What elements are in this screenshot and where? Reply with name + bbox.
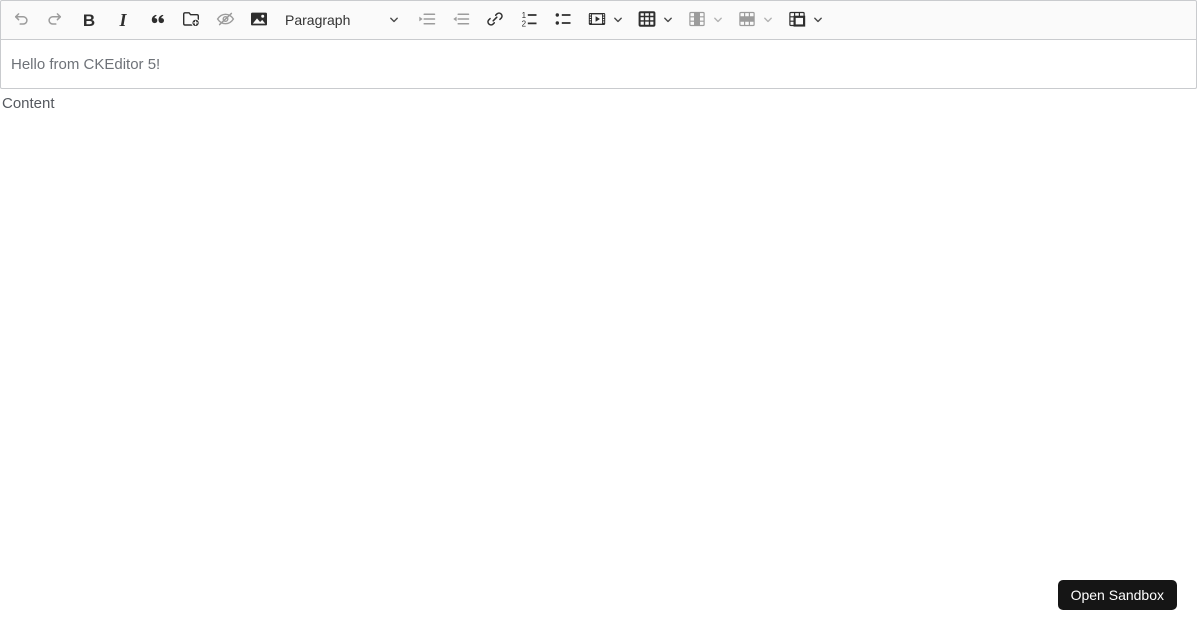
chevron-down-icon: [612, 14, 624, 26]
redo-icon: [45, 9, 65, 32]
insert-file-button[interactable]: [174, 3, 208, 37]
bulleted-list-icon: [553, 9, 573, 32]
editor-toolbar: B I Paragraph 1 2: [0, 0, 1197, 40]
bold-icon: B: [82, 10, 96, 30]
chevron-down-icon: [812, 14, 824, 26]
chevron-down-icon: [388, 14, 400, 26]
chevron-down-icon: [662, 14, 674, 26]
media-embed-dropdown[interactable]: [580, 3, 630, 37]
restricted-editing-button[interactable]: [208, 3, 242, 37]
table-row-dropdown[interactable]: [730, 3, 780, 37]
undo-icon: [11, 9, 31, 32]
redo-button[interactable]: [38, 3, 72, 37]
insert-table-icon: [637, 9, 657, 32]
open-sandbox-button[interactable]: Open Sandbox: [1057, 580, 1177, 610]
bold-button[interactable]: B: [72, 3, 106, 37]
ckeditor-widget: B I Paragraph 1 2 Hello from CKEditor 5!: [0, 0, 1197, 89]
outdent-icon: [451, 9, 471, 32]
italic-icon: I: [119, 10, 127, 30]
link-button[interactable]: [478, 3, 512, 37]
numbered-list-button[interactable]: 12: [512, 3, 546, 37]
link-icon: [485, 9, 505, 32]
indent-button[interactable]: [410, 3, 444, 37]
editor-content-area[interactable]: Hello from CKEditor 5!: [0, 40, 1197, 89]
chevron-down-icon: [712, 14, 724, 26]
insert-image-button[interactable]: [242, 3, 276, 37]
table-column-icon: [687, 9, 707, 32]
block-quote-button[interactable]: [140, 3, 174, 37]
numbered-list-icon: 12: [519, 9, 539, 32]
undo-button[interactable]: [4, 3, 38, 37]
eye-slash-icon: [215, 9, 236, 32]
editor-paragraph[interactable]: Hello from CKEditor 5!: [11, 56, 160, 73]
block-quote-icon: [147, 9, 167, 32]
paragraph-dropdown[interactable]: Paragraph: [276, 3, 410, 37]
media-embed-icon: [587, 9, 607, 32]
open-sandbox-label: Open Sandbox: [1070, 587, 1164, 603]
merge-cells-icon: [787, 9, 807, 32]
italic-button[interactable]: I: [106, 3, 140, 37]
merge-cells-dropdown[interactable]: [780, 3, 830, 37]
paragraph-dropdown-label: Paragraph: [285, 12, 351, 28]
image-icon: [249, 9, 269, 32]
table-row-icon: [737, 9, 757, 32]
indent-icon: [417, 9, 437, 32]
folder-plus-icon: [181, 9, 202, 32]
insert-table-dropdown[interactable]: [630, 3, 680, 37]
bulleted-list-button[interactable]: [546, 3, 580, 37]
content-label: Content: [2, 95, 55, 112]
outdent-button[interactable]: [444, 3, 478, 37]
table-column-dropdown[interactable]: [680, 3, 730, 37]
svg-text:2: 2: [522, 19, 527, 28]
chevron-down-icon: [762, 14, 774, 26]
